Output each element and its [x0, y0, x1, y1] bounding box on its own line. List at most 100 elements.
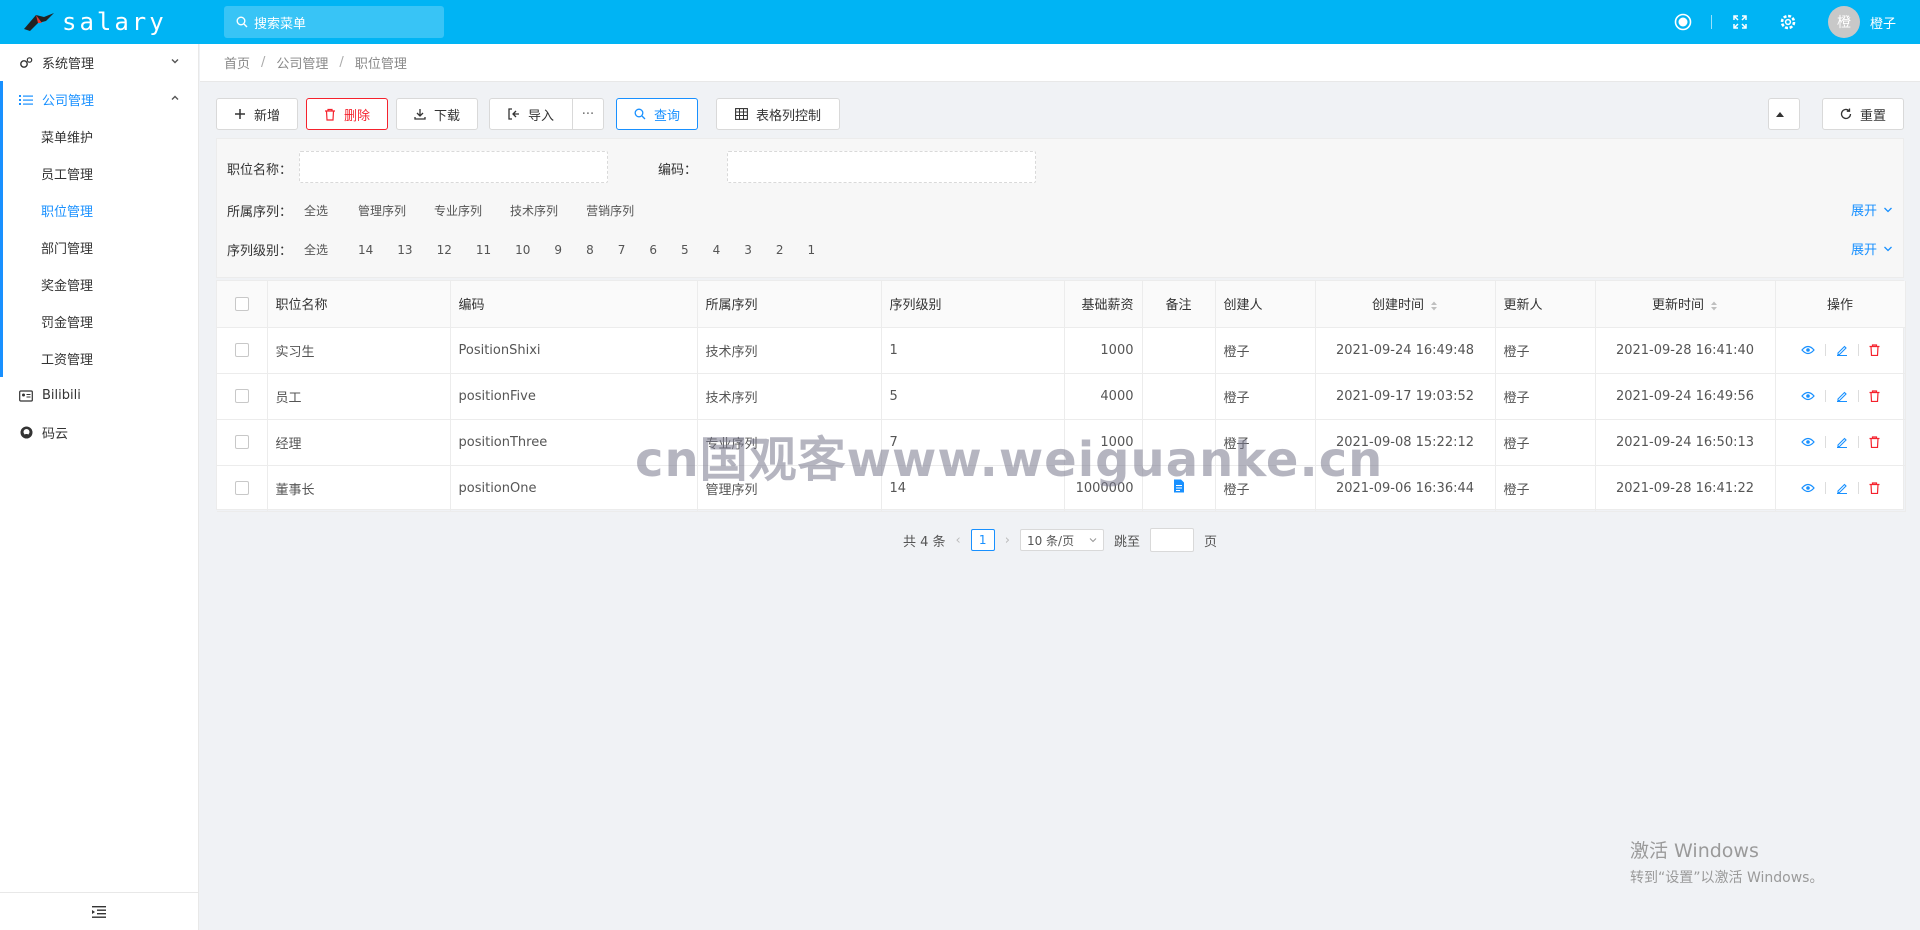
eye-icon[interactable] — [1800, 345, 1815, 355]
trash-icon[interactable] — [1869, 344, 1880, 356]
select-all-checkbox[interactable] — [234, 296, 249, 311]
reset-button[interactable]: 重置 — [1822, 98, 1904, 130]
eye-icon[interactable] — [1800, 483, 1815, 493]
sidebar-item-departments[interactable]: 部门管理 — [3, 229, 198, 266]
sidebar-item-employees[interactable]: 员工管理 — [3, 155, 198, 192]
cell-code: positionFive — [450, 373, 698, 420]
level-option[interactable]: 13 — [386, 243, 423, 257]
next-page-icon[interactable]: › — [1005, 533, 1010, 548]
column-header[interactable]: 备注 — [1142, 281, 1216, 328]
series-option[interactable]: 管理序列 — [347, 202, 417, 219]
sidebar-item-bilibili[interactable]: Bilibili — [0, 377, 198, 414]
search-input[interactable]: 搜索菜单 — [224, 6, 444, 38]
column-header[interactable]: 更新人 — [1495, 281, 1596, 328]
row-checkbox[interactable] — [234, 435, 249, 449]
sidebar-item-company[interactable]: 公司管理 — [3, 81, 198, 118]
menu-fold-icon — [92, 905, 106, 918]
series-option[interactable]: 专业序列 — [423, 202, 493, 219]
series-option[interactable]: 全选 — [293, 202, 339, 219]
level-option[interactable]: 11 — [465, 243, 502, 257]
edit-icon[interactable] — [1836, 436, 1848, 448]
collapse-filter-button[interactable] — [1768, 98, 1800, 130]
level-option[interactable]: 6 — [638, 243, 668, 257]
row-checkbox[interactable] — [234, 389, 249, 403]
sidebar-item-system[interactable]: 系统管理 — [0, 44, 198, 81]
logo[interactable]: salary — [0, 0, 199, 44]
sidebar-collapse-button[interactable] — [0, 892, 198, 930]
series-option[interactable]: 营销序列 — [575, 202, 645, 219]
avatar[interactable]: 橙 — [1827, 6, 1860, 38]
import-button[interactable]: 导入 — [489, 98, 573, 130]
column-header[interactable]: 所属序列 — [697, 281, 882, 328]
level-option[interactable]: 9 — [543, 243, 573, 257]
column-header-sortable[interactable]: 创建时间 — [1315, 281, 1496, 328]
cell-updater: 橙子 — [1495, 419, 1596, 466]
cell-name: 实习生 — [267, 327, 451, 374]
reset-label: 重置 — [1859, 108, 1886, 124]
breadcrumb-home[interactable]: 首页 — [224, 53, 250, 72]
level-option[interactable]: 12 — [426, 243, 463, 257]
row-checkbox[interactable] — [234, 343, 249, 357]
level-expand-button[interactable]: 展开 — [1851, 239, 1893, 258]
level-option[interactable]: 7 — [607, 243, 637, 257]
position-name-input[interactable] — [299, 151, 608, 183]
level-option[interactable]: 1 — [797, 243, 827, 257]
sidebar-item-gitee[interactable]: 码云 — [0, 414, 198, 451]
column-header[interactable]: 基础薪资 — [1064, 281, 1143, 328]
level-options: 全选 14 13 12 11 10 9 8 7 6 5 4 3 2 1 — [293, 241, 826, 258]
eye-icon[interactable] — [1800, 437, 1815, 447]
series-label: 所属序列： — [227, 205, 293, 220]
edit-icon[interactable] — [1836, 390, 1848, 402]
sidebar-item-positions[interactable]: 职位管理 — [3, 192, 198, 229]
level-option[interactable]: 全选 — [293, 241, 339, 258]
level-option[interactable]: 14 — [347, 243, 384, 257]
download-button[interactable]: 下载 — [396, 98, 478, 130]
delete-button[interactable]: 删除 — [306, 98, 388, 130]
series-expand-button[interactable]: 展开 — [1851, 200, 1893, 219]
row-checkbox[interactable] — [234, 481, 249, 495]
search-icon — [236, 16, 248, 28]
plus-icon — [234, 109, 245, 119]
eye-icon[interactable] — [1800, 391, 1815, 401]
column-header-sortable[interactable]: 更新时间 — [1595, 281, 1776, 328]
trash-icon[interactable] — [1869, 436, 1880, 448]
jump-page-input[interactable] — [1149, 528, 1194, 552]
cell-series: 技术序列 — [697, 373, 882, 420]
column-header[interactable]: 序列级别 — [881, 281, 1065, 328]
add-button[interactable]: 新增 — [216, 98, 298, 130]
code-input[interactable] — [727, 151, 1036, 183]
level-option[interactable]: 3 — [733, 243, 763, 257]
page-1-button[interactable]: 1 — [970, 529, 995, 551]
gear-icon[interactable] — [1776, 10, 1800, 34]
column-control-button[interactable]: 表格列控制 — [716, 98, 840, 130]
column-header[interactable]: 职位名称 — [267, 281, 451, 328]
prev-page-icon[interactable]: ‹ — [956, 533, 961, 548]
column-header[interactable]: 创建人 — [1215, 281, 1316, 328]
trash-icon[interactable] — [1869, 390, 1880, 402]
trash-icon[interactable] — [1869, 482, 1880, 494]
level-option[interactable]: 5 — [670, 243, 700, 257]
breadcrumb-company[interactable]: 公司管理 — [276, 53, 328, 72]
level-option[interactable]: 8 — [575, 243, 605, 257]
page-size-select[interactable]: 10 条/页 — [1019, 529, 1104, 551]
username[interactable]: 橙子 — [1870, 13, 1896, 32]
fullscreen-icon[interactable] — [1728, 10, 1752, 34]
theme-toggle-icon[interactable] — [1671, 10, 1695, 34]
query-button[interactable]: 查询 — [616, 98, 698, 130]
edit-icon[interactable] — [1836, 482, 1848, 494]
cell-creator: 橙子 — [1215, 327, 1316, 374]
sidebar-item-wages[interactable]: 工资管理 — [3, 340, 198, 377]
column-header[interactable]: 编码 — [450, 281, 698, 328]
search-icon — [634, 108, 646, 120]
cell-salary: 1000 — [1064, 327, 1143, 374]
sidebar-item-menu-maintain[interactable]: 菜单维护 — [3, 118, 198, 155]
sidebar-item-bonus[interactable]: 奖金管理 — [3, 266, 198, 303]
cell-level: 1 — [881, 327, 1065, 374]
level-option[interactable]: 10 — [504, 243, 541, 257]
series-option[interactable]: 技术序列 — [499, 202, 569, 219]
level-option[interactable]: 4 — [702, 243, 732, 257]
level-option[interactable]: 2 — [765, 243, 795, 257]
sidebar-item-penalty[interactable]: 罚金管理 — [3, 303, 198, 340]
more-button[interactable]: ··· — [572, 98, 604, 130]
edit-icon[interactable] — [1836, 344, 1848, 356]
